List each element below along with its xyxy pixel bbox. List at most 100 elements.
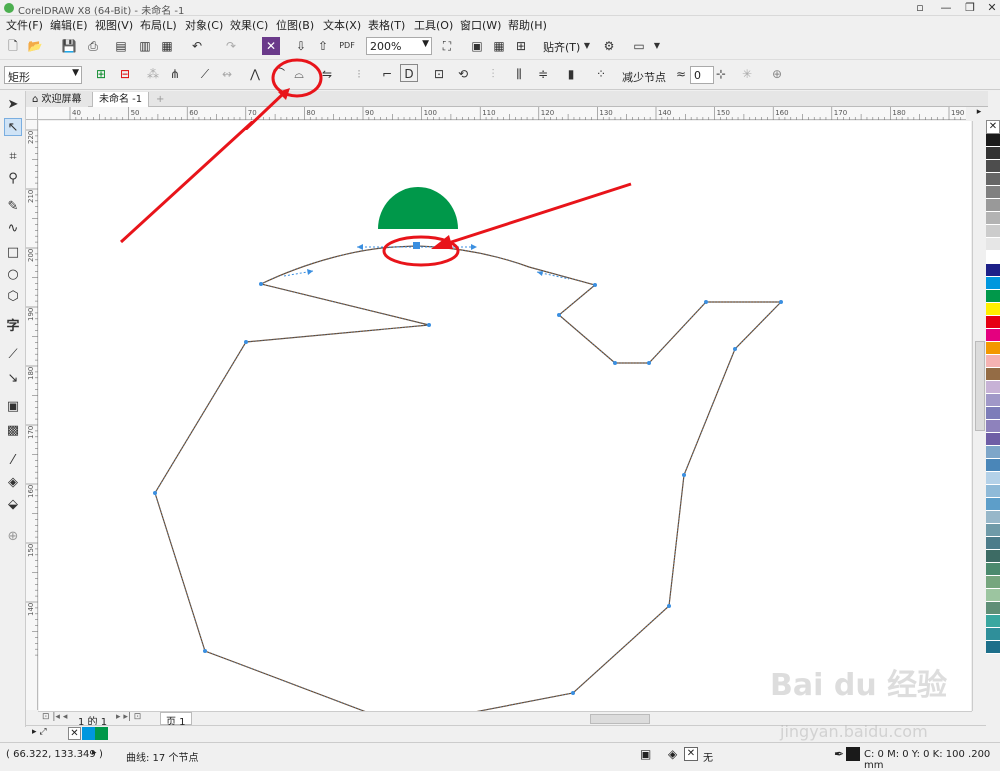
chevron-down-icon[interactable]: ▼ [648,37,666,55]
control-handle-arrow[interactable] [307,269,313,275]
parallel-dimension-icon[interactable]: ⟋ [4,346,22,364]
green-semicircle-shape[interactable] [378,187,458,229]
symmetric-node-icon[interactable]: ⌓ [290,65,308,83]
connector-tool-icon[interactable]: ↘ [4,370,22,388]
node[interactable] [259,282,263,286]
color-swatch[interactable] [986,511,1000,524]
close-curve-icon[interactable]: D [400,64,418,82]
menu-tools[interactable]: 工具(O) [414,17,453,33]
no-color-swatch[interactable]: ✕ [986,120,1000,134]
restore-button[interactable]: ❐ [958,0,982,16]
color-swatch[interactable] [986,251,1000,264]
new-document-icon[interactable]: 🗋 [4,37,22,55]
curve-nodes[interactable] [153,242,783,695]
menu-view[interactable]: 视图(V) [95,17,133,33]
color-swatch[interactable] [986,264,1000,277]
crop-tool-icon[interactable]: ⌗ [4,148,22,166]
node[interactable] [593,283,597,287]
vertical-scrollbar[interactable] [972,121,986,711]
color-swatch[interactable] [986,173,1000,186]
drop-shadow-icon[interactable]: ▣ [4,398,22,416]
reverse-direction-icon[interactable]: ⇋ [318,65,336,83]
options-arrow-icon[interactable]: ▸ [972,107,986,121]
menu-edit[interactable]: 编辑(E) [50,17,88,33]
node[interactable] [153,491,157,495]
to-line-icon[interactable]: ⟋ [196,65,214,83]
freehand-tool-icon[interactable]: ✎ [4,198,22,216]
color-swatch[interactable] [986,498,1000,511]
page-tab[interactable]: 页 1 [160,712,192,728]
menu-object[interactable]: 对象(C) [185,17,223,33]
vertical-scroll-thumb[interactable] [975,341,985,431]
node[interactable] [733,347,737,351]
paste-icon[interactable]: ▦ [158,37,176,55]
color-swatch[interactable] [986,316,1000,329]
new-tab-icon[interactable]: + [150,92,170,107]
ruler-origin[interactable] [26,107,38,120]
minimize-button[interactable]: — [934,0,958,16]
color-swatch[interactable] [986,277,1000,290]
show-guidelines-icon[interactable]: ⊞ [512,37,530,55]
menu-table[interactable]: 表格(T) [368,17,405,33]
node[interactable] [427,323,431,327]
palette-options-icon[interactable]: ▸ ⤢ [32,727,47,737]
break-curve-icon[interactable]: ⋔ [166,65,184,83]
color-swatch[interactable] [986,225,1000,238]
color-swatch[interactable] [986,160,1000,173]
publish-pdf-icon[interactable]: PDF [338,37,356,55]
smooth-node-icon[interactable]: ⌒ [270,65,288,83]
color-swatch[interactable] [986,394,1000,407]
next-page-icon[interactable]: ▸ ▸| ⊡ [116,712,141,722]
options-gear-icon[interactable]: ⚙ [600,37,618,55]
join-nodes-icon[interactable]: ⁂ [144,65,162,83]
color-swatch[interactable] [986,433,1000,446]
shape-tool-icon[interactable]: ↖ [4,118,22,136]
color-swatch[interactable] [986,186,1000,199]
menu-layout[interactable]: 布局(L) [140,17,177,33]
color-swatch[interactable] [986,641,1000,654]
menu-bitmap[interactable]: 位图(B) [276,17,314,33]
snap-to-dropdown[interactable]: 贴齐(T) [543,39,580,55]
polygon-tool-icon[interactable]: ⬡ [4,288,22,306]
drawing-canvas[interactable] [39,121,971,711]
tab-welcome[interactable]: ⌂ 欢迎屏幕 [26,92,88,107]
node-transform-icon[interactable]: ✳ [738,65,756,83]
rectangle-tool-icon[interactable]: □ [4,244,22,262]
tab-document[interactable]: 未命名 -1 [92,92,150,107]
reduce-nodes-button[interactable]: 减少节点 [622,69,666,85]
eyedropper-icon[interactable]: ⁄ [4,452,22,470]
curve-outline[interactable] [154,245,783,711]
doc-palette-swatches[interactable] [82,727,108,740]
add-tool-icon[interactable]: ⊕ [4,528,22,546]
node[interactable] [779,300,783,304]
pick-tool-icon[interactable]: ➤ [4,96,22,114]
extend-curve-icon[interactable]: ⁝ [350,65,368,83]
object-type-select[interactable]: 矩形 ▼ [4,66,82,84]
horizontal-ruler[interactable]: 40 50 60 70 80 90 100 110 120 130 140 150 160 170 180 1… [38,107,966,120]
doc-color-swatch[interactable] [95,727,108,740]
show-rulers-icon[interactable]: ▣ [468,37,486,55]
zoom-level-select[interactable]: 200% ▼ [366,37,432,55]
color-swatch[interactable] [986,420,1000,433]
zoom-tool-icon[interactable]: ⚲ [4,170,22,188]
help-icon[interactable]: ▫ [908,0,932,16]
color-swatch[interactable] [986,290,1000,303]
color-swatch[interactable] [986,537,1000,550]
menu-text[interactable]: 文本(X) [323,17,361,33]
menu-help[interactable]: 帮助(H) [508,17,547,33]
node[interactable] [203,649,207,653]
color-swatch[interactable] [986,329,1000,342]
application-launcher-icon[interactable]: ▭ [630,37,648,55]
color-swatch[interactable] [986,407,1000,420]
menu-effects[interactable]: 效果(C) [230,17,268,33]
chevron-down-icon[interactable]: ▼ [578,37,596,55]
show-grid-icon[interactable]: ▦ [490,37,508,55]
node[interactable] [667,604,671,608]
mirror-vertical-icon[interactable]: ≑ [534,65,552,83]
close-button[interactable]: ✕ [980,0,1000,16]
color-swatch[interactable] [986,381,1000,394]
text-tool-icon[interactable]: 字 [4,318,22,336]
full-screen-icon[interactable]: ⛶ [438,37,456,55]
color-swatch[interactable] [986,576,1000,589]
rotate-nodes-icon[interactable]: ⟲ [454,65,472,83]
